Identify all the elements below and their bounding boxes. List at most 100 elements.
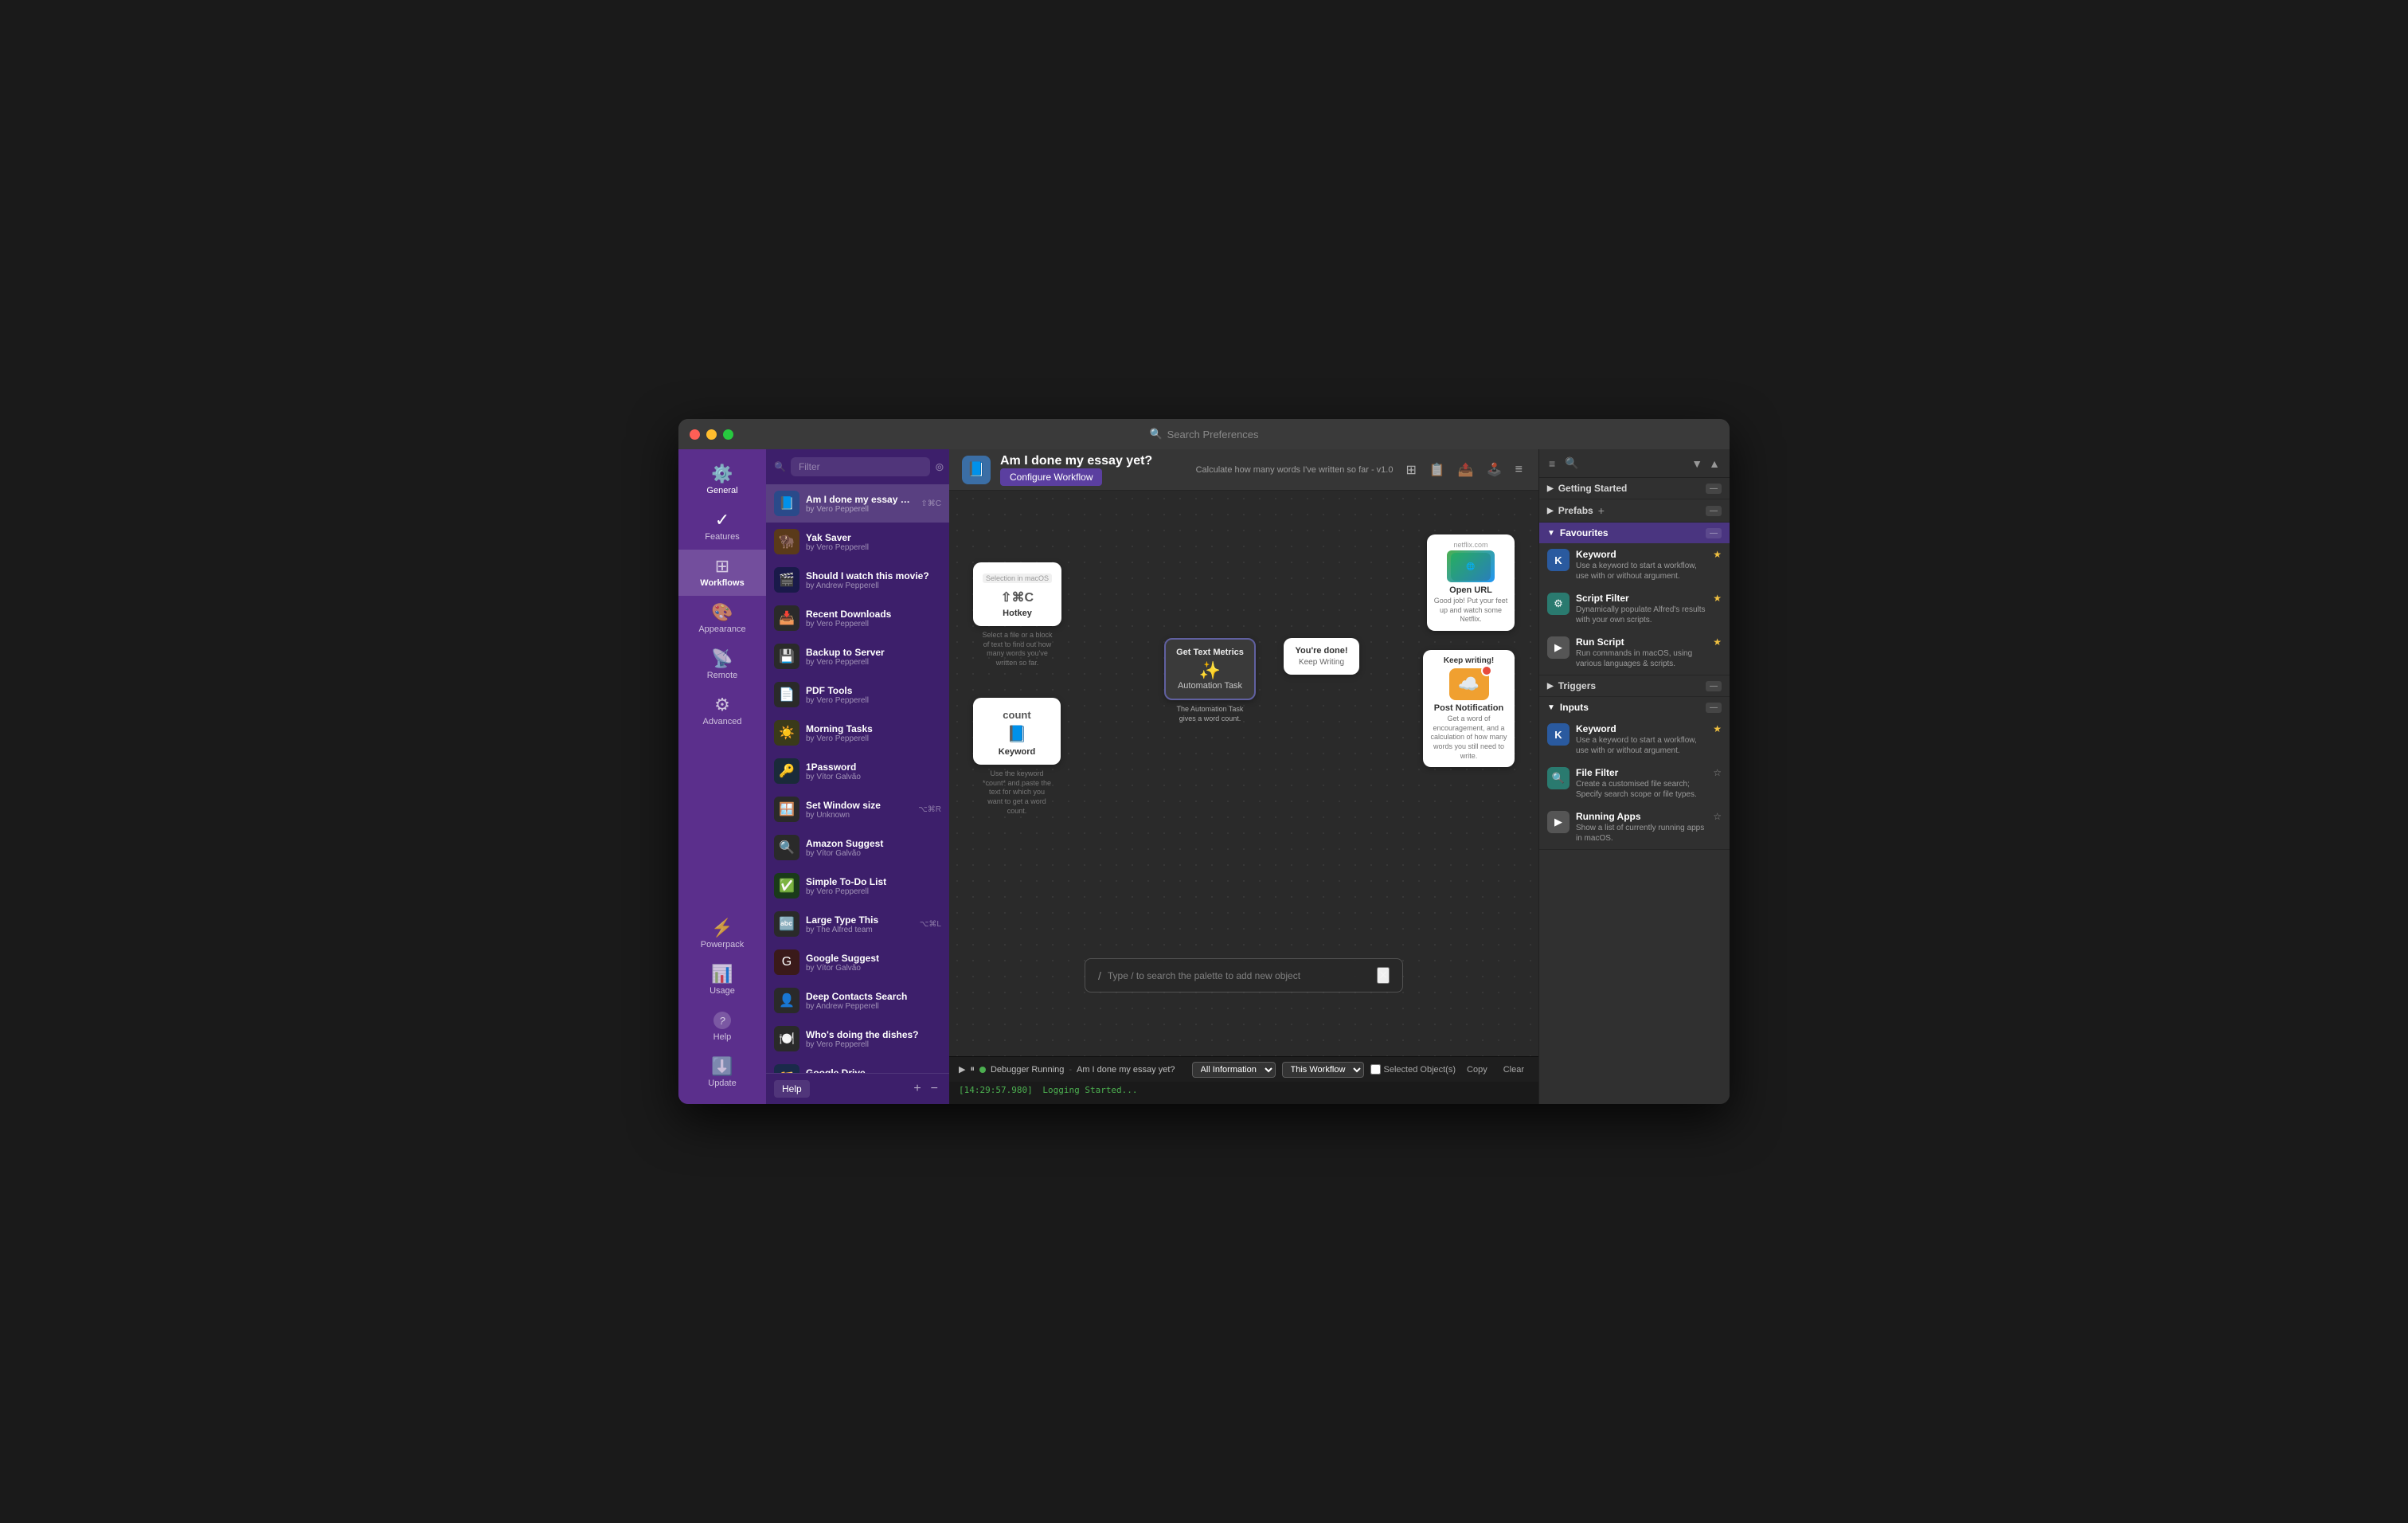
palette-close-button[interactable]: ✕ (1377, 967, 1390, 984)
debugger-pause-icon[interactable]: ⏸ (970, 1064, 975, 1075)
notification-title: Post Notification (1429, 703, 1508, 713)
automation-icon: ✨ (1175, 660, 1245, 681)
debugger-play-icon[interactable]: ▶ (959, 1064, 965, 1075)
run-script-name: Run Script (1576, 636, 1706, 648)
sidebar-item-general[interactable]: ⚙️ General (678, 457, 766, 503)
list-item[interactable]: 📄 PDF Tools by Vero Pepperell (766, 675, 949, 714)
automation-task-node[interactable]: Get Text Metrics ✨ Automation Task The A… (1164, 638, 1256, 723)
decision-node[interactable]: You're done! Keep Writing (1284, 638, 1359, 675)
workflow-item-name: Deep Contacts Search (806, 991, 941, 1002)
debug-info-filter[interactable]: All Information (1192, 1062, 1276, 1078)
powerpack-icon: ⚡ (711, 919, 733, 937)
panel-item-run-script[interactable]: ▶ Run Script Run commands in macOS, usin… (1539, 631, 1730, 675)
open-url-node[interactable]: netflix.com 🌐 Open URL Good job! Put you… (1427, 534, 1515, 631)
list-item[interactable]: 🦬 Yak Saver by Vero Pepperell (766, 523, 949, 561)
triggers-collapse[interactable]: — (1706, 681, 1722, 691)
getting-started-header[interactable]: ▶ Getting Started — (1539, 478, 1730, 499)
triggers-header[interactable]: ▶ Triggers — (1539, 675, 1730, 696)
selected-objects-checkbox[interactable] (1370, 1064, 1381, 1075)
palette-placeholder: Type / to search the palette to add new … (1108, 970, 1300, 981)
filter-input[interactable] (791, 457, 930, 476)
workflow-item-icon: 📁 (774, 1064, 799, 1073)
debug-scope-filter[interactable]: This Workflow (1282, 1062, 1364, 1078)
help-button[interactable]: Help (774, 1080, 810, 1098)
canvas-area[interactable]: Selection in macOS ⇧⌘C Hotkey Select a f… (949, 491, 1538, 1056)
prefabs-header[interactable]: ▶ Prefabs + — (1539, 499, 1730, 522)
list-item[interactable]: ☀️ Morning Tasks by Vero Pepperell (766, 714, 949, 752)
remove-workflow-button[interactable]: − (928, 1080, 941, 1098)
workflow-item-info: Simple To-Do List by Vero Pepperell (806, 876, 941, 896)
run-script-star[interactable]: ★ (1713, 636, 1722, 648)
sidebar-item-workflows[interactable]: ⊞ Workflows (678, 550, 766, 596)
sidebar-item-features[interactable]: ✓ Features (678, 503, 766, 550)
list-item[interactable]: 👤 Deep Contacts Search by Andrew Peppere… (766, 981, 949, 1020)
add-workflow-button[interactable]: + (910, 1080, 924, 1098)
workflow-item-name: Large Type This (806, 914, 913, 926)
list-item[interactable]: 🔑 1Password by Vítor Galvão (766, 752, 949, 790)
list-item[interactable]: 🎬 Should I watch this movie? by Andrew P… (766, 561, 949, 599)
sidebar-item-update[interactable]: ⬇️ Update (701, 1050, 744, 1096)
panel-item-file-filter[interactable]: 🔍 File Filter Create a customised file s… (1539, 762, 1730, 805)
sidebar-item-appearance[interactable]: 🎨 Appearance (678, 596, 766, 642)
tab-configure-workflow[interactable]: Configure Workflow (1000, 468, 1102, 486)
workflow-item-info: Deep Contacts Search by Andrew Pepperell (806, 991, 941, 1011)
canvas-share-button[interactable]: 📤 (1455, 459, 1477, 481)
favourites-header[interactable]: ▼ Favourites — (1539, 523, 1730, 543)
search-palette[interactable]: / Type / to search the palette to add ne… (1085, 958, 1403, 992)
favourites-collapse[interactable]: — (1706, 528, 1722, 538)
keyword-input-star[interactable]: ★ (1713, 723, 1722, 734)
selected-objects-toggle[interactable]: Selected Object(s) (1370, 1064, 1456, 1075)
prefabs-add[interactable]: + (1598, 504, 1605, 517)
list-item[interactable]: 🍽️ Who's doing the dishes? by Vero Peppe… (766, 1020, 949, 1058)
close-button[interactable] (690, 429, 700, 440)
keyword-info: Keyword Use a keyword to start a workflo… (1576, 549, 1706, 581)
panel-list-icon[interactable]: ≡ (1547, 456, 1557, 472)
maximize-button[interactable] (723, 429, 733, 440)
list-item[interactable]: 🪟 Set Window size by Unknown ⌥⌘R (766, 790, 949, 828)
list-item[interactable]: 🔍 Amazon Suggest by Vítor Galvão (766, 828, 949, 867)
prefabs-collapse[interactable]: — (1706, 506, 1722, 516)
debug-clear-button[interactable]: Clear (1499, 1063, 1529, 1076)
sidebar-item-advanced[interactable]: ⚙ Advanced (678, 688, 766, 734)
list-item[interactable]: 📁 Google Drive by Vítor Galvão (766, 1058, 949, 1073)
panel-sort-up[interactable]: ▲ (1707, 456, 1722, 472)
sidebar-item-help[interactable]: ? Help (701, 1004, 744, 1050)
canvas-menu-button[interactable]: ≡ (1512, 460, 1526, 480)
panel-item-keyword[interactable]: K Keyword Use a keyword to start a workf… (1539, 543, 1730, 587)
workflows-list: 🔍 ⊚ 📘 Am I done my essay yet? by Vero Pe… (766, 449, 949, 1104)
sidebar-item-powerpack[interactable]: ⚡ Powerpack (701, 911, 744, 957)
debug-copy-button[interactable]: Copy (1462, 1063, 1492, 1076)
panel-item-running-apps[interactable]: ▶ Running Apps Show a list of currently … (1539, 805, 1730, 849)
getting-started-collapse[interactable]: — (1706, 484, 1722, 494)
workflow-item-name: Simple To-Do List (806, 876, 941, 887)
script-filter-star[interactable]: ★ (1713, 593, 1722, 604)
panel-sort-down[interactable]: ▼ (1690, 456, 1704, 472)
filter-options-icon[interactable]: ⊚ (935, 460, 944, 474)
sidebar-item-usage[interactable]: 📊 Usage (701, 957, 744, 1004)
list-item[interactable]: ✅ Simple To-Do List by Vero Pepperell (766, 867, 949, 905)
list-item[interactable]: 🔤 Large Type This by The Alfred team ⌥⌘L (766, 905, 949, 943)
inputs-header[interactable]: ▼ Inputs — (1539, 697, 1730, 718)
panel-search-icon[interactable]: 🔍 (1563, 455, 1580, 472)
list-item[interactable]: 📘 Am I done my essay yet? by Vero Pepper… (766, 484, 949, 523)
minimize-button[interactable] (706, 429, 717, 440)
workflow-item-info: Morning Tasks by Vero Pepperell (806, 723, 941, 743)
panel-item-keyword-input[interactable]: K Keyword Use a keyword to start a workf… (1539, 718, 1730, 762)
list-item[interactable]: G Google Suggest by Vítor Galvão (766, 943, 949, 981)
canvas-add-button[interactable]: 📋 (1426, 459, 1448, 481)
keyword-star[interactable]: ★ (1713, 549, 1722, 560)
keyword-count-node[interactable]: count 📘 Keyword Use the keyword *count* … (973, 698, 1061, 816)
list-item[interactable]: 📥 Recent Downloads by Vero Pepperell (766, 599, 949, 637)
post-notification-node[interactable]: Keep writing! ☁️ Post Notification Get a… (1423, 650, 1515, 767)
hotkey-node[interactable]: Selection in macOS ⇧⌘C Hotkey Select a f… (973, 562, 1061, 668)
panel-item-script-filter[interactable]: ⚙ Script Filter Dynamically populate Alf… (1539, 587, 1730, 631)
canvas-grid-button[interactable]: ⊞ (1402, 459, 1419, 481)
sidebar-item-label-advanced: Advanced (703, 717, 742, 726)
running-apps-star[interactable]: ☆ (1713, 811, 1722, 822)
sidebar-item-remote[interactable]: 📡 Remote (678, 642, 766, 688)
inputs-collapse[interactable]: — (1706, 703, 1722, 713)
list-item[interactable]: 💾 Backup to Server by Vero Pepperell (766, 637, 949, 675)
file-filter-star[interactable]: ☆ (1713, 767, 1722, 778)
workflow-item-author: by Vero Pepperell (806, 887, 941, 896)
canvas-debug-button[interactable]: 🕹️ (1484, 459, 1506, 481)
